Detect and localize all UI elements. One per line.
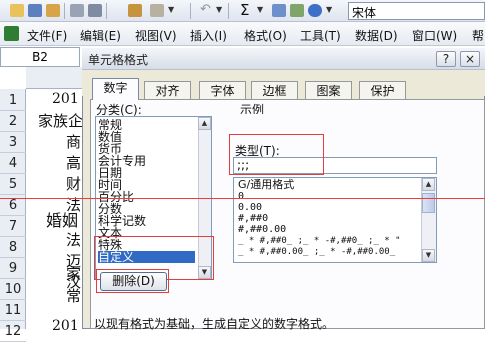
menu-tools[interactable]: 工具(T) xyxy=(300,27,341,44)
sort-icon[interactable] xyxy=(272,4,286,17)
menu-window[interactable]: 窗口(W) xyxy=(412,27,457,44)
chevron-down-icon[interactable]: ▼ xyxy=(216,5,222,14)
dialog-title: 单元格格式 xyxy=(88,53,149,67)
tab-font[interactable]: 字体 xyxy=(199,81,246,100)
toolbar-separator xyxy=(106,3,107,19)
open-folder-icon[interactable] xyxy=(10,4,24,17)
dialog-close-button[interactable]: × xyxy=(460,51,480,67)
menu-edit[interactable]: 编辑(E) xyxy=(80,27,121,44)
scroll-down-icon[interactable]: ▼ xyxy=(422,249,435,262)
row-number[interactable]: 4 xyxy=(0,153,26,174)
menu-file[interactable]: 文件(F) xyxy=(27,27,67,44)
tab-border[interactable]: 边框 xyxy=(251,81,298,100)
row-number[interactable]: 11 xyxy=(0,300,26,321)
format-code-item[interactable]: 0.00 xyxy=(238,203,262,213)
highlight-box xyxy=(96,269,169,293)
menu-data[interactable]: 数据(D) xyxy=(355,27,398,44)
menu-format[interactable]: 格式(O) xyxy=(244,27,287,44)
scroll-up-icon[interactable]: ▲ xyxy=(422,178,435,191)
row-number[interactable]: 7 xyxy=(0,216,26,237)
annotation-line xyxy=(0,198,485,199)
row-number[interactable]: 8 xyxy=(0,237,26,258)
undo-icon[interactable]: ↶ xyxy=(200,2,211,17)
row-number[interactable]: 10 xyxy=(0,279,26,300)
sample-preview xyxy=(231,114,438,134)
scroll-up-icon[interactable]: ▲ xyxy=(198,117,211,130)
print-icon[interactable] xyxy=(70,4,84,17)
format-code-item[interactable]: 0 xyxy=(238,192,244,202)
row-number[interactable]: 5 xyxy=(0,174,26,195)
toolbar-separator xyxy=(190,3,191,19)
row-number[interactable]: 9 xyxy=(0,258,26,279)
menu-help[interactable]: 帮 xyxy=(472,27,484,44)
tab-protection[interactable]: 保护 xyxy=(359,81,406,100)
format-code-item[interactable]: _ * #,##0.00_ ;_ * -#,##0.00_ xyxy=(238,247,395,257)
permission-icon[interactable] xyxy=(46,4,60,17)
print-preview-icon[interactable] xyxy=(88,4,102,17)
tab-number[interactable]: 数字 xyxy=(92,78,139,100)
highlight-box xyxy=(229,134,324,175)
menu-view[interactable]: 视图(V) xyxy=(135,27,177,44)
save-icon[interactable] xyxy=(28,4,42,17)
format-code-item[interactable]: _ * #,##0_ ;_ * -#,##0_ ;_ * " xyxy=(238,236,401,246)
chevron-down-icon[interactable]: ▼ xyxy=(257,5,263,14)
toolbar-separator xyxy=(64,3,65,19)
name-box[interactable]: B2 xyxy=(0,47,80,67)
dialog-help-button[interactable]: ? xyxy=(436,51,456,67)
menu-insert[interactable]: 插入(I) xyxy=(190,27,227,44)
column-header[interactable] xyxy=(26,67,82,89)
toolbar-separator xyxy=(228,3,229,19)
row-number[interactable]: 1 xyxy=(0,90,26,111)
tab-alignment[interactable]: 对齐 xyxy=(144,81,191,100)
chevron-down-icon[interactable]: ▼ xyxy=(168,5,174,14)
format-code-item[interactable]: G/通用格式 xyxy=(238,179,294,190)
chart-wizard-icon[interactable] xyxy=(290,4,304,17)
format-code-item[interactable]: #,##0.00 xyxy=(238,225,286,235)
format-code-item[interactable]: #,##0 xyxy=(238,214,268,224)
paste-icon[interactable] xyxy=(150,4,164,17)
row-number[interactable]: 3 xyxy=(0,132,26,153)
scroll-thumb[interactable] xyxy=(422,193,435,213)
excel-app-icon[interactable] xyxy=(4,26,19,41)
chevron-down-icon[interactable]: ▼ xyxy=(326,5,332,14)
autosum-icon[interactable]: Σ xyxy=(240,1,249,19)
help-icon[interactable] xyxy=(308,4,322,17)
font-name-combobox[interactable]: 宋体 xyxy=(348,2,485,20)
row-number[interactable]: 12 xyxy=(0,321,26,342)
dialog-description: 以现有格式为基础，生成自定义的数字格式。 xyxy=(94,317,335,331)
tab-patterns[interactable]: 图案 xyxy=(305,81,352,100)
row-number[interactable]: 2 xyxy=(0,111,26,132)
research-icon[interactable] xyxy=(128,4,142,17)
